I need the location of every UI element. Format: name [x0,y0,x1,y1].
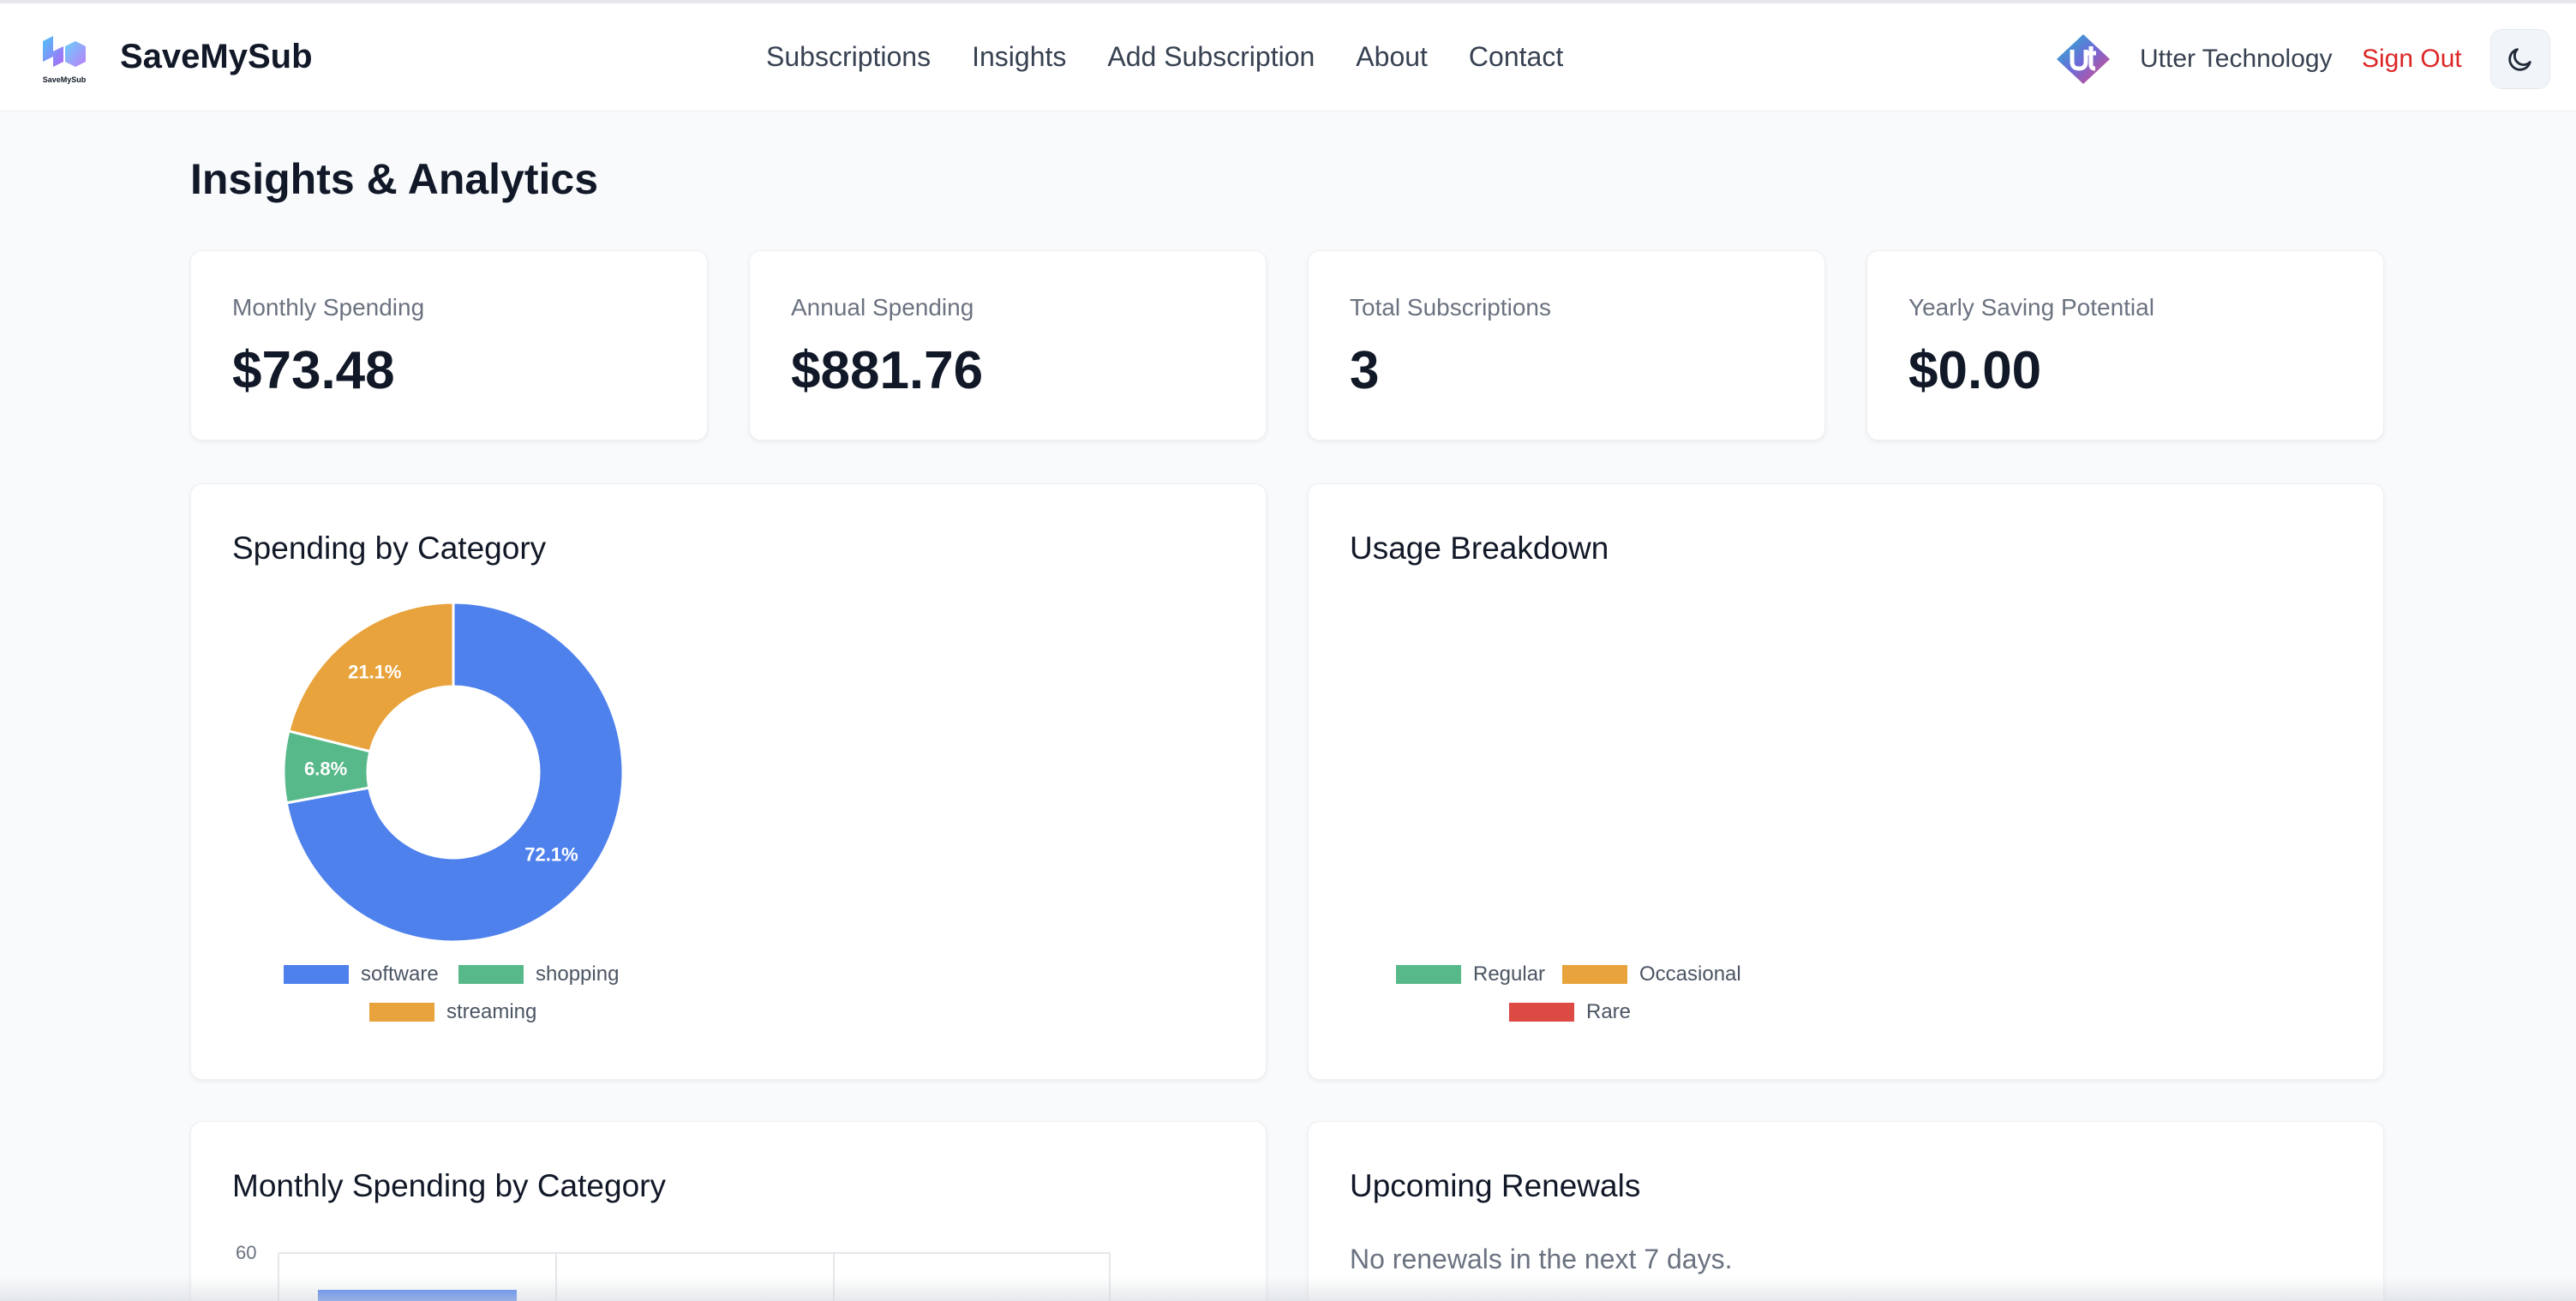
stat-card-total-subscriptions: Total Subscriptions 3 [1308,250,1825,441]
theme-toggle-button[interactable] [2490,29,2550,89]
y-axis-tick-label: 60 [236,1242,257,1263]
legend-swatch [369,1003,434,1022]
user-avatar-icon[interactable] [2055,33,2112,86]
legend-swatch [1562,965,1627,984]
renewals-empty-text: No renewals in the next 7 days. [1350,1244,1733,1274]
sign-out-link[interactable]: Sign Out [2362,45,2462,74]
legend-label: shopping [536,962,620,986]
usage-breakdown-card: Usage Breakdown Regular Occasional Rare [1308,483,2384,1080]
legend-label: software [361,962,439,986]
stat-label: Total Subscriptions [1350,294,1552,321]
brand-name[interactable]: SaveMySub [120,38,313,76]
legend-swatch [1396,965,1461,984]
stat-card-annual-spending: Annual Spending $881.76 [749,250,1267,441]
stat-value: $73.48 [232,341,395,400]
legend-item-rare[interactable]: Rare [1509,1000,1631,1024]
moon-icon [2508,48,2531,71]
page-title: Insights & Analytics [190,155,599,203]
legend-label: Rare [1586,1000,1632,1023]
stat-value: $881.76 [791,341,984,400]
stat-label: Annual Spending [791,294,974,321]
card-title: Upcoming Renewals [1350,1168,1641,1203]
upcoming-renewals-card: Upcoming Renewals No renewals in the nex… [1308,1121,2384,1301]
savemysub-logo-icon[interactable]: SaveMySub [39,33,89,87]
legend-label: Regular [1473,962,1546,986]
legend-item-streaming[interactable]: streaming [369,1000,536,1024]
legend-label: Occasional [1639,962,1741,986]
nav-subscriptions[interactable]: Subscriptions [766,41,931,73]
top-navbar: SaveMySub SaveMySub Subscriptions Insigh… [0,3,2576,111]
donut-data-label-shopping: 6.8% [304,758,347,779]
legend-swatch [1509,1003,1574,1022]
spending-donut-chart: 72.1% 6.8% 21.1% [282,601,625,944]
nav-contact[interactable]: Contact [1469,41,1563,73]
legend-item-shopping[interactable]: shopping [458,962,619,986]
user-name: Utter Technology [2140,45,2333,73]
spending-chart-legend: software shopping streaming [284,962,644,1031]
main-nav: Subscriptions Insights Add Subscription … [766,41,1563,73]
donut-data-label-streaming: 21.1% [348,662,401,683]
legend-item-regular[interactable]: Regular [1396,962,1545,986]
card-title: Spending by Category [232,531,547,566]
legend-swatch [458,965,524,984]
legend-item-occasional[interactable]: Occasional [1562,962,1741,986]
spending-by-category-card: Spending by Category 72.1% 6.8% 21.1% soft… [190,483,1267,1080]
stat-value: $0.00 [1908,341,2042,400]
bottom-shadow [0,1277,2576,1301]
nav-add-subscription[interactable]: Add Subscription [1107,41,1315,73]
legend-label: streaming [446,1000,537,1023]
stat-card-monthly-spending: Monthly Spending $73.48 [190,250,708,441]
card-title: Monthly Spending by Category [232,1168,666,1203]
stat-card-yearly-saving-potential: Yearly Saving Potential $0.00 [1866,250,2384,441]
app-frame: SaveMySub SaveMySub Subscriptions Insigh… [0,0,2576,1301]
monthly-spending-by-category-card: Monthly Spending by Category 60 [190,1121,1267,1301]
usage-chart-legend: Regular Occasional Rare [1396,962,1790,1031]
svg-text:SaveMySub: SaveMySub [43,75,87,84]
stat-label: Monthly Spending [232,294,425,321]
card-title: Usage Breakdown [1350,531,1609,566]
donut-data-label-software: 72.1% [524,843,578,865]
nav-about[interactable]: About [1356,41,1428,73]
stat-label: Yearly Saving Potential [1908,294,2154,321]
legend-item-software[interactable]: software [284,962,439,986]
legend-swatch [284,965,349,984]
nav-insights[interactable]: Insights [972,41,1066,73]
stat-value: 3 [1350,341,1380,400]
